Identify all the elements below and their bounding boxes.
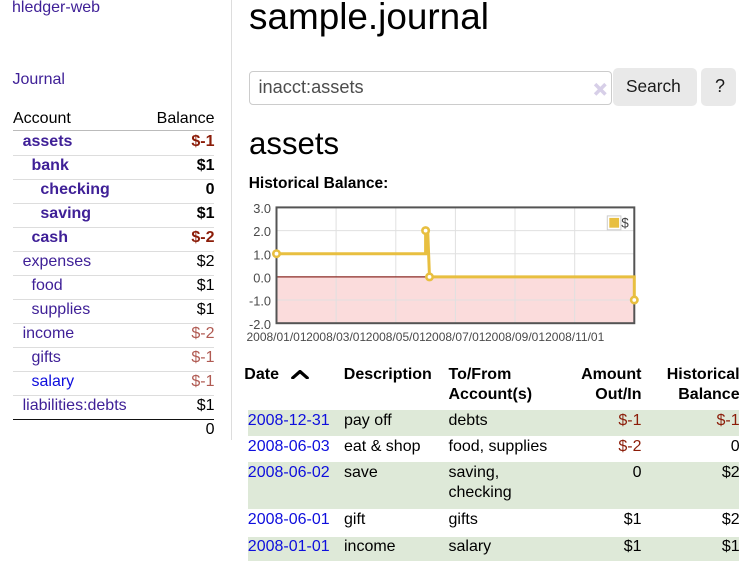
svg-text:2008/05/01: 2008/05/01: [366, 330, 426, 344]
svg-text:1.0: 1.0: [253, 247, 271, 262]
svg-text:2008/09/01: 2008/09/01: [485, 330, 545, 344]
svg-text:2008/01/01: 2008/01/01: [246, 330, 306, 344]
svg-text:0.0: 0.0: [253, 271, 271, 286]
svg-text:-1.0: -1.0: [249, 294, 271, 309]
svg-text:$: $: [621, 216, 629, 231]
svg-text:2008/07/01: 2008/07/01: [425, 330, 485, 344]
svg-text:2008/03/01: 2008/03/01: [306, 330, 366, 344]
svg-text:2008/11/01: 2008/11/01: [545, 330, 604, 344]
svg-text:3.0: 3.0: [253, 201, 271, 216]
svg-text:2.0: 2.0: [253, 224, 271, 239]
